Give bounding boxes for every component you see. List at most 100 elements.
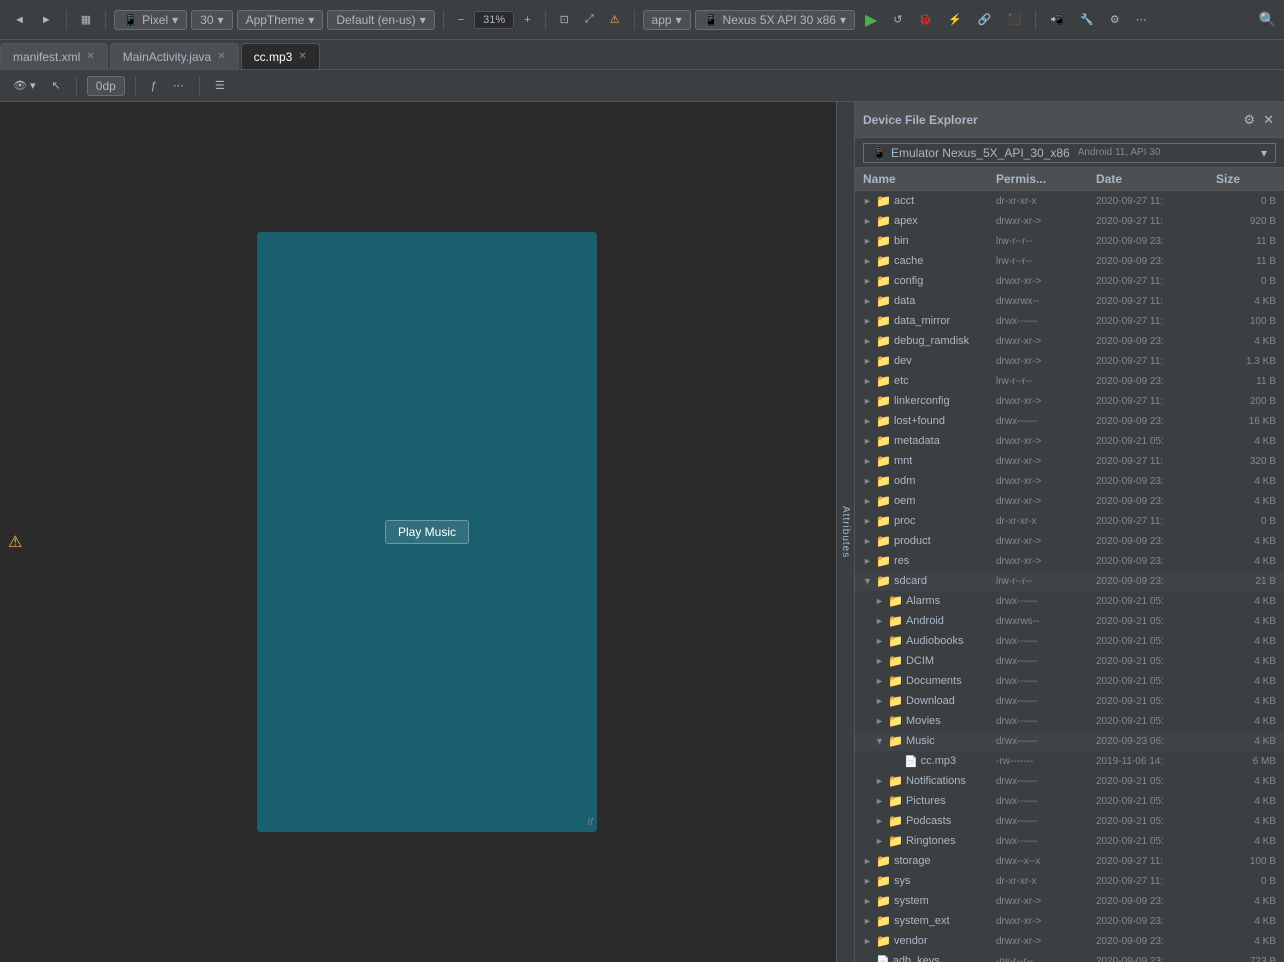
tree-row[interactable]: ►📁lost+founddrwx------2020-09-09 23:16 K… bbox=[855, 411, 1284, 431]
folder-icon: 📁 bbox=[876, 554, 891, 568]
cursor-btn[interactable]: ↖ bbox=[47, 77, 66, 94]
attributes-bar[interactable]: Attributes bbox=[836, 102, 854, 962]
tree-row[interactable]: ►📁Documentsdrwx------2020-09-21 05:4 KB bbox=[855, 671, 1284, 691]
tree-row[interactable]: ►📁binlrw-r--r--2020-09-09 23:11 B bbox=[855, 231, 1284, 251]
tree-row[interactable]: ▼📁sdcardlrw-r--r--2020-09-09 23:21 B bbox=[855, 571, 1284, 591]
tree-row[interactable]: ►📁configdrwxr-xr->2020-09-27 11:0 B bbox=[855, 271, 1284, 291]
app-dropdown[interactable]: app ▾ bbox=[643, 10, 691, 30]
list-btn[interactable]: ☰ bbox=[210, 77, 230, 94]
tree-row[interactable]: ►📁resdrwxr-xr->2020-09-09 23:4 KB bbox=[855, 551, 1284, 571]
locale-dropdown[interactable]: Default (en-us) ▾ bbox=[327, 10, 434, 30]
device-dropdown[interactable]: 📱 Nexus 5X API 30 x86 ▾ bbox=[695, 10, 855, 30]
stop-button[interactable]: ⬛ bbox=[1002, 10, 1028, 29]
chevron-down-icon: ▾ bbox=[172, 13, 178, 27]
run-button[interactable]: ▶ bbox=[859, 7, 883, 33]
tree-row[interactable]: ►📁devdrwxr-xr->2020-09-27 11:1.3 KB bbox=[855, 351, 1284, 371]
more-button[interactable]: ⋯ bbox=[1130, 10, 1153, 29]
tree-row[interactable]: ►📁Notificationsdrwx------2020-09-21 05:4… bbox=[855, 771, 1284, 791]
forward-button[interactable]: ► bbox=[35, 11, 58, 29]
search-icon[interactable]: 🔍 bbox=[1259, 11, 1276, 28]
folder-icon: 📁 bbox=[876, 474, 891, 488]
tree-row[interactable]: ►📁storagedrwx--x--x2020-09-27 11:100 B bbox=[855, 851, 1284, 871]
play-music-button[interactable]: Play Music bbox=[385, 520, 469, 544]
layout-icon-btn[interactable]: ▦ bbox=[75, 10, 97, 29]
tree-row[interactable]: ►📁productdrwxr-xr->2020-09-09 23:4 KB bbox=[855, 531, 1284, 551]
theme-dropdown[interactable]: AppTheme ▾ bbox=[237, 10, 324, 30]
tree-row[interactable]: ►📁metadatadrwxr-xr->2020-09-21 05:4 KB bbox=[855, 431, 1284, 451]
tree-row[interactable]: ►📁procdr-xr-xr-x2020-09-27 11:0 B bbox=[855, 511, 1284, 531]
folder-icon: 📁 bbox=[876, 394, 891, 408]
fullscreen-button[interactable]: ⤢ bbox=[579, 10, 600, 29]
folder-icon: 📁 bbox=[876, 514, 891, 528]
zoom-out-button[interactable]: − bbox=[452, 11, 470, 29]
profile-button[interactable]: ⚡ bbox=[942, 10, 968, 29]
api-dropdown[interactable]: 30 ▾ bbox=[191, 10, 232, 30]
tab-ccmp3[interactable]: cc.mp3 ✕ bbox=[241, 43, 320, 69]
tree-row[interactable]: ►📁systemdrwxr-xr->2020-09-09 23:4 KB bbox=[855, 891, 1284, 911]
separator-7 bbox=[76, 76, 77, 96]
tree-arrow-icon: ► bbox=[863, 896, 873, 906]
tree-row[interactable]: ►📁Ringtonesdrwx------2020-09-21 05:4 KB bbox=[855, 831, 1284, 851]
tree-perms: drwxr-xr-> bbox=[996, 396, 1096, 407]
tree-arrow-icon: ► bbox=[875, 596, 885, 606]
tree-row[interactable]: ►📁odmdrwxr-xr->2020-09-09 23:4 KB bbox=[855, 471, 1284, 491]
view-toggle-btn[interactable]: 👁 ▾ bbox=[8, 77, 41, 94]
tree-item-label: odm bbox=[894, 475, 915, 487]
zoom-in-button[interactable]: + bbox=[518, 11, 536, 29]
tree-row[interactable]: ►📁Downloaddrwx------2020-09-21 05:4 KB bbox=[855, 691, 1284, 711]
resize-handle[interactable]: // bbox=[587, 817, 593, 828]
tree-row[interactable]: ►📁debug_ramdiskdrwxr-xr->2020-09-09 23:4… bbox=[855, 331, 1284, 351]
tab-manifest[interactable]: manifest.xml ✕ bbox=[0, 43, 108, 69]
dp-dropdown[interactable]: 0dp bbox=[87, 76, 125, 96]
tree-row[interactable]: ►📁apexdrwxr-xr->2020-09-27 11:920 B bbox=[855, 211, 1284, 231]
tree-row[interactable]: ▼📁Musicdrwx------2020-09-23 06:4 KB bbox=[855, 731, 1284, 751]
more-btn-2[interactable]: ⋯ bbox=[168, 77, 189, 94]
tree-row[interactable]: ►📁Podcastsdrwx------2020-09-21 05:4 KB bbox=[855, 811, 1284, 831]
tree-row[interactable]: ►📁sysdr-xr-xr-x2020-09-27 11:0 B bbox=[855, 871, 1284, 891]
attach-button[interactable]: 🔗 bbox=[972, 10, 998, 29]
tree-row[interactable]: ►📁Moviesdrwx------2020-09-21 05:4 KB bbox=[855, 711, 1284, 731]
device-select-box[interactable]: 📱 Emulator Nexus_5X_API_30_x86 Android 1… bbox=[863, 143, 1276, 163]
separator-8 bbox=[135, 76, 136, 96]
tree-row[interactable]: 📄adb_keys-rw-r--r--2020-09-09 23:723 B bbox=[855, 951, 1284, 962]
tree-row[interactable]: ►📁acctdr-xr-xr-x2020-09-27 11:0 B bbox=[855, 191, 1284, 211]
structure-button[interactable]: ⚙ bbox=[1104, 10, 1126, 29]
warning-button[interactable]: ⚠ bbox=[604, 10, 626, 29]
tree-row[interactable]: 📄cc.mp3-rw-------2019-11-06 14:6 MB bbox=[855, 751, 1284, 771]
tree-row[interactable]: ►📁mntdrwxr-xr->2020-09-27 11:320 B bbox=[855, 451, 1284, 471]
bug-button[interactable]: 🐞 bbox=[913, 10, 939, 29]
tree-date: 2020-09-27 11: bbox=[1096, 316, 1216, 327]
tree-row[interactable]: ►📁vendordrwxr-xr->2020-09-09 23:4 KB bbox=[855, 931, 1284, 951]
tree-row[interactable]: ►📁cachelrw-r--r--2020-09-09 23:11 B bbox=[855, 251, 1284, 271]
tree-arrow-icon: ► bbox=[875, 776, 885, 786]
tree-item-label: system_ext bbox=[894, 915, 950, 927]
device-selector: 📱 Emulator Nexus_5X_API_30_x86 Android 1… bbox=[855, 138, 1284, 168]
tree-row[interactable]: ►📁data_mirrordrwx------2020-09-27 11:100… bbox=[855, 311, 1284, 331]
tree-row[interactable]: ►📁linkerconfigdrwxr-xr->2020-09-27 11:20… bbox=[855, 391, 1284, 411]
tree-row[interactable]: ►📁Audiobooksdrwx------2020-09-21 05:4 KB bbox=[855, 631, 1284, 651]
tree-row[interactable]: ►📁system_extdrwxr-xr->2020-09-09 23:4 KB bbox=[855, 911, 1284, 931]
tree-row[interactable]: ►📁Picturesdrwx------2020-09-21 05:4 KB bbox=[855, 791, 1284, 811]
pixel-dropdown[interactable]: 📱 Pixel ▾ bbox=[114, 10, 187, 30]
tree-row[interactable]: ►📁Androiddrwxrws--2020-09-21 05:4 KB bbox=[855, 611, 1284, 631]
tree-date: 2020-09-21 05: bbox=[1096, 616, 1216, 627]
fit-button[interactable]: ⊡ bbox=[554, 10, 575, 29]
tree-row[interactable]: ►📁etclrw-r--r--2020-09-09 23:11 B bbox=[855, 371, 1284, 391]
settings-btn[interactable]: ⚙ bbox=[1241, 110, 1257, 130]
avd-button[interactable]: 📲 bbox=[1044, 10, 1070, 29]
tree-row[interactable]: ►📁oemdrwxr-xr->2020-09-09 23:4 KB bbox=[855, 491, 1284, 511]
tab-ccmp3-close[interactable]: ✕ bbox=[298, 51, 306, 62]
tree-row[interactable]: ►📁DCIMdrwx------2020-09-21 05:4 KB bbox=[855, 651, 1284, 671]
sdk-button[interactable]: 🔧 bbox=[1074, 10, 1100, 29]
tab-manifest-close[interactable]: ✕ bbox=[86, 51, 94, 62]
tree-item-label: Music bbox=[906, 735, 935, 747]
tab-mainactivity[interactable]: MainActivity.java ✕ bbox=[110, 43, 239, 69]
back-button[interactable]: ◄ bbox=[8, 11, 31, 29]
tab-mainactivity-close[interactable]: ✕ bbox=[217, 51, 225, 62]
tree-row[interactable]: ►📁datadrwxrwx--2020-09-27 11:4 KB bbox=[855, 291, 1284, 311]
tree-row[interactable]: ►📁Alarmsdrwx------2020-09-21 05:4 KB bbox=[855, 591, 1284, 611]
app-label: app bbox=[652, 13, 672, 27]
refresh-button[interactable]: ↺ bbox=[887, 10, 908, 29]
close-btn[interactable]: ✕ bbox=[1261, 110, 1276, 130]
func-btn[interactable]: ƒ bbox=[146, 78, 162, 94]
